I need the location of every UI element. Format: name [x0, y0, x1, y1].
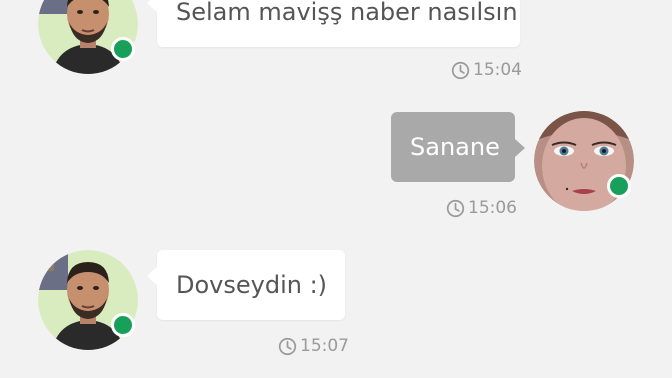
message-time: 15:06	[468, 198, 517, 218]
online-status-dot	[607, 174, 631, 198]
message-bubble-outgoing[interactable]: Sanane	[391, 112, 525, 182]
online-status-dot	[111, 313, 135, 337]
message-bubble-incoming[interactable]: Dovseydin :)	[147, 250, 345, 320]
chat-thread: Selam mavişş naber nasılsın 15:04 Sanane	[0, 0, 672, 378]
clock-icon	[451, 61, 470, 79]
message-timestamp: 15:06	[446, 197, 517, 219]
message-time: 15:07	[300, 336, 349, 356]
message-timestamp: 15:04	[451, 59, 522, 81]
message-timestamp: 15:07	[278, 335, 349, 357]
message-bubble-incoming[interactable]: Selam mavişş naber nasılsın	[147, 0, 520, 47]
message-text: Selam mavişş naber nasılsın	[176, 0, 518, 26]
message-text: Sanane	[410, 133, 500, 161]
clock-icon	[446, 199, 465, 217]
online-status-dot	[111, 37, 135, 61]
sender-avatar-female[interactable]	[534, 111, 634, 211]
sender-avatar-male[interactable]	[38, 250, 138, 350]
clock-icon	[278, 337, 297, 355]
sender-avatar-male[interactable]	[38, 0, 138, 74]
message-text: Dovseydin :)	[176, 271, 328, 299]
message-time: 15:04	[473, 60, 522, 80]
